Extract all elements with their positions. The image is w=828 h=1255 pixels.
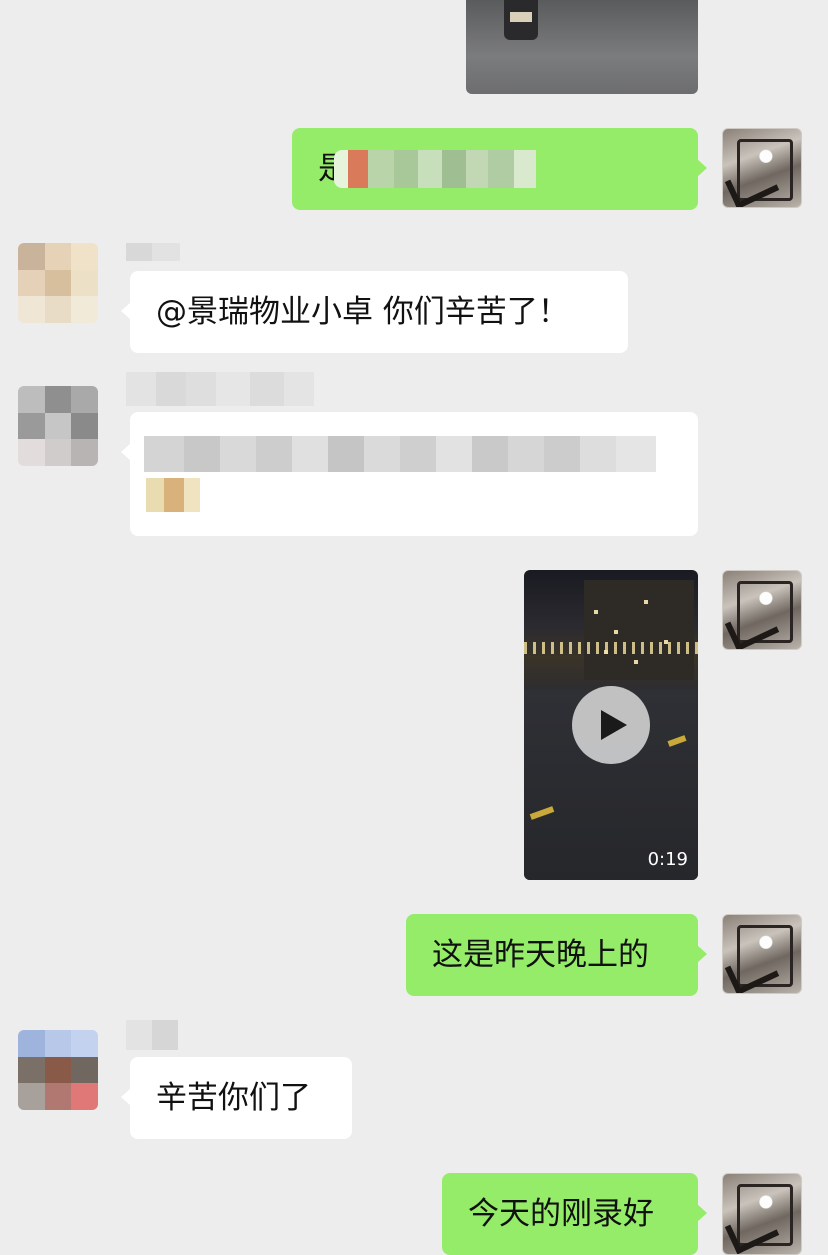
outgoing-message-bubble[interactable]: 今天的刚录好 xyxy=(442,1173,707,1255)
play-icon xyxy=(601,710,627,740)
outgoing-message-bubble[interactable]: 这是昨天晚上的 xyxy=(406,914,707,996)
incoming-message-bubble[interactable] xyxy=(121,412,698,536)
play-button[interactable] xyxy=(572,686,650,764)
message-text: @景瑞物业小卓 你们辛苦了！ xyxy=(156,293,569,330)
my-avatar[interactable] xyxy=(722,128,802,208)
blurred-emoji xyxy=(146,478,200,512)
message-text: 今天的刚录好 xyxy=(468,1195,654,1232)
sender-name-blurred xyxy=(126,243,180,261)
contact-avatar[interactable] xyxy=(18,1030,98,1110)
outgoing-message-bubble[interactable]: 是的 🔔 xyxy=(292,128,707,210)
building-shape xyxy=(584,580,694,680)
incoming-message-bubble[interactable]: 辛苦你们了 xyxy=(121,1057,352,1139)
sender-name-blurred xyxy=(126,1020,178,1050)
license-plate xyxy=(510,12,532,22)
sender-name-blurred xyxy=(126,372,314,406)
message-text: 辛苦你们了 xyxy=(156,1079,311,1116)
my-avatar[interactable] xyxy=(722,570,802,650)
video-duration: 0:19 xyxy=(647,849,688,870)
incoming-message-bubble[interactable]: @景瑞物业小卓 你们辛苦了！ xyxy=(121,271,628,353)
my-avatar[interactable] xyxy=(722,914,802,994)
message-text: 这是昨天晚上的 xyxy=(432,936,649,973)
image-message[interactable] xyxy=(466,0,698,94)
contact-avatar[interactable] xyxy=(18,386,98,466)
blurred-message-text xyxy=(144,436,656,472)
video-message[interactable]: 0:19 xyxy=(524,570,698,880)
blurred-mention xyxy=(334,150,536,188)
contact-avatar[interactable] xyxy=(18,243,98,323)
my-avatar[interactable] xyxy=(722,1173,802,1255)
string-lights xyxy=(524,642,698,654)
